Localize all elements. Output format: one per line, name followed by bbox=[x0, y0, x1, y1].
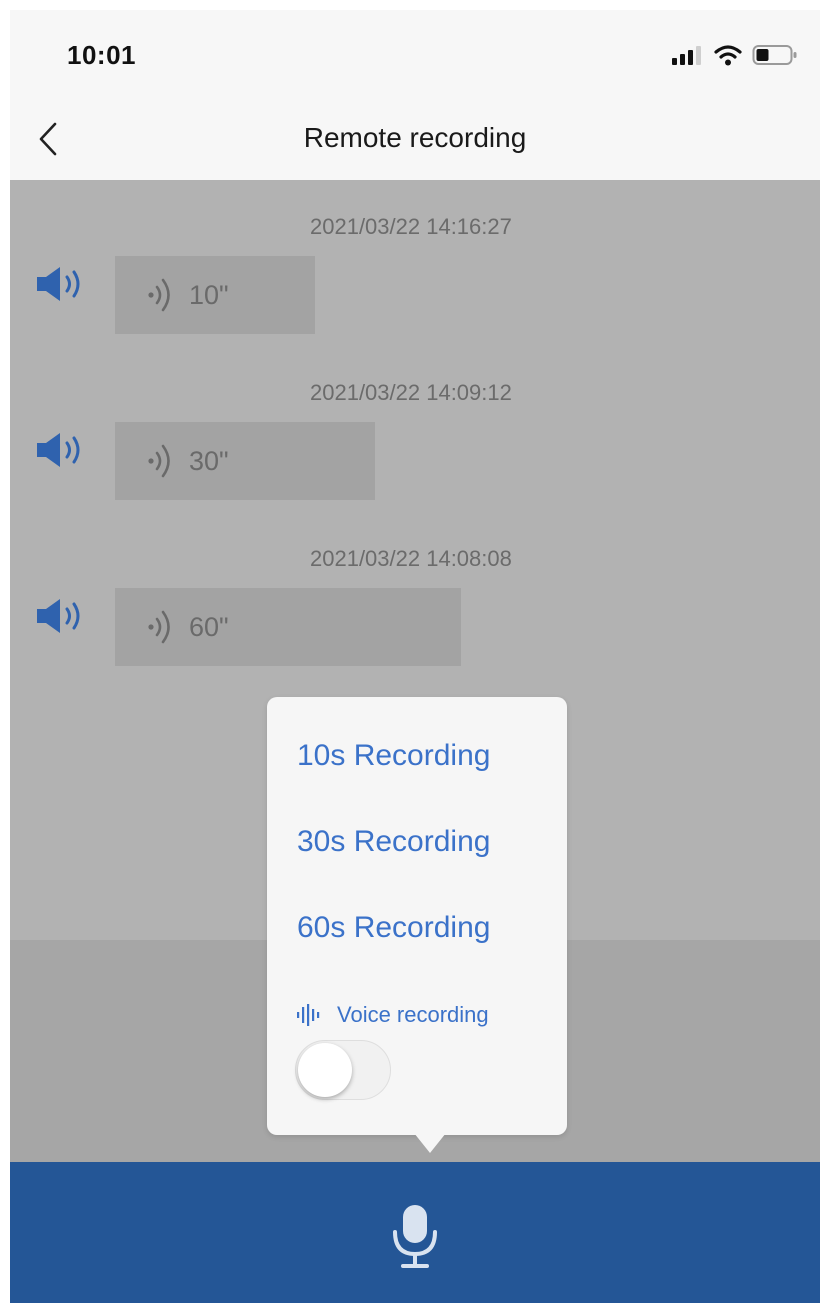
recording-timestamp: 2021/03/22 14:09:12 bbox=[310, 380, 512, 405]
speaker-icon[interactable] bbox=[34, 596, 88, 636]
wifi-icon bbox=[714, 45, 742, 66]
voice-recording-toggle[interactable] bbox=[295, 1040, 391, 1100]
cellular-signal-icon bbox=[672, 46, 701, 65]
recording-duration: 30" bbox=[189, 445, 229, 476]
sound-wave-icon bbox=[148, 278, 170, 312]
recording-options-popover: 10s Recording 30s Recording 60s Recordin… bbox=[267, 697, 567, 1135]
recording-duration: 60" bbox=[189, 611, 229, 642]
page-title: Remote recording bbox=[303, 122, 527, 153]
option-60s-recording[interactable]: 60s Recording bbox=[297, 911, 490, 945]
status-icons bbox=[672, 44, 798, 66]
battery-icon bbox=[752, 45, 797, 65]
navigation-bar: Remote recording bbox=[10, 98, 820, 180]
voice-waveform-icon bbox=[297, 1004, 320, 1026]
voice-message-bubble[interactable]: 30" bbox=[115, 422, 375, 500]
speaker-icon[interactable] bbox=[34, 430, 88, 470]
voice-recording-text: Voice recording bbox=[337, 1002, 489, 1027]
phone-screen: 10:01 Remote recording 2021/03/22 14:16:… bbox=[10, 10, 820, 1303]
voice-message-bubble[interactable]: 60" bbox=[115, 588, 461, 666]
recording-timestamp: 2021/03/22 14:08:08 bbox=[310, 546, 512, 571]
sound-wave-icon bbox=[148, 444, 170, 478]
status-bar: 10:01 bbox=[10, 10, 820, 98]
recording-duration: 10" bbox=[189, 279, 229, 310]
sound-wave-icon bbox=[148, 610, 170, 644]
status-time: 10:01 bbox=[67, 40, 136, 70]
voice-message-bubble[interactable]: 10" bbox=[115, 256, 315, 334]
microphone-icon[interactable] bbox=[390, 1202, 440, 1272]
recording-timestamp: 2021/03/22 14:16:27 bbox=[310, 214, 512, 239]
option-30s-recording[interactable]: 30s Recording bbox=[297, 825, 490, 859]
bottom-bar bbox=[10, 1162, 820, 1303]
speaker-icon[interactable] bbox=[34, 264, 88, 304]
toggle-knob bbox=[298, 1043, 352, 1097]
popover-arrow bbox=[414, 1133, 446, 1153]
voice-recording-label: Voice recording bbox=[295, 1002, 489, 1028]
option-10s-recording[interactable]: 10s Recording bbox=[297, 739, 490, 773]
